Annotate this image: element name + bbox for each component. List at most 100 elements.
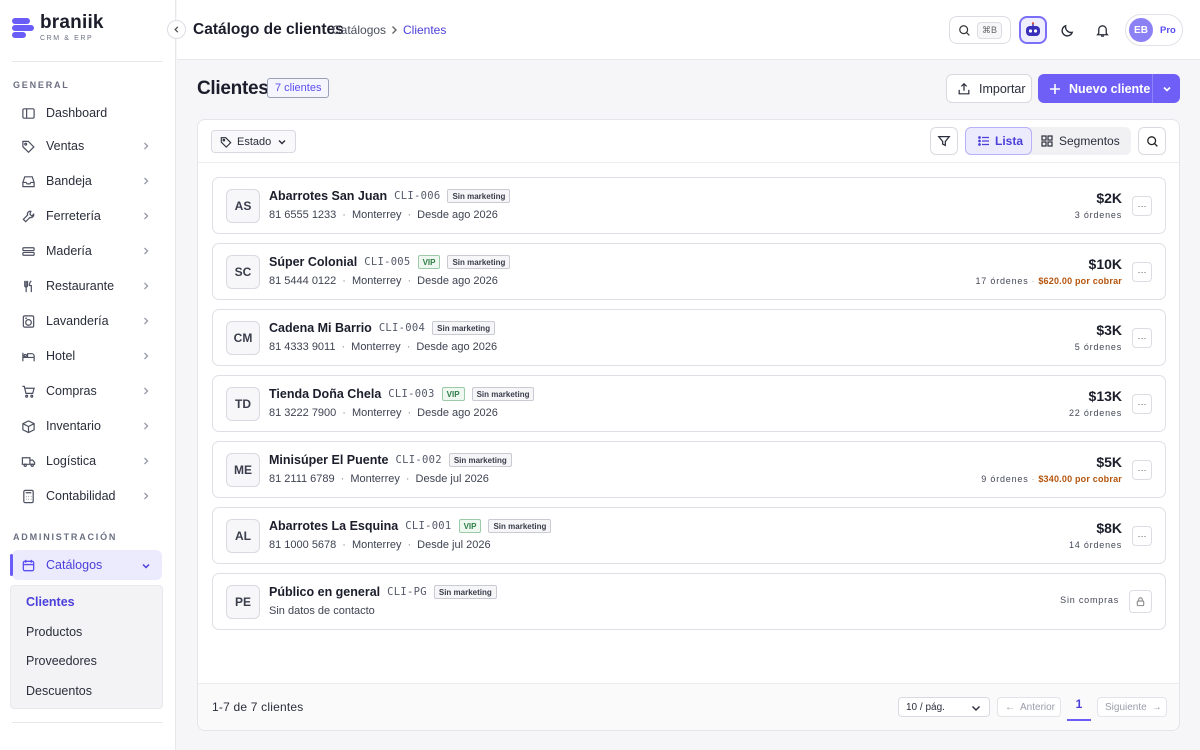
global-search-button[interactable]: ⌘B xyxy=(949,16,1011,44)
client-row[interactable]: SC Súper Colonial CLI-005 VIP Sin marketing 8… xyxy=(212,243,1166,300)
client-row[interactable]: ME Minisúper El Puente CLI-002 Sin marketin… xyxy=(212,441,1166,498)
sidebar-item-label: Lavandería xyxy=(46,314,109,328)
sidebar-item-catalogos[interactable]: Catálogos xyxy=(10,550,162,580)
chevron-down-icon xyxy=(142,563,150,569)
row-actions-button[interactable]: ··· xyxy=(1132,460,1152,480)
client-name[interactable]: Abarrotes San Juan xyxy=(269,189,387,203)
robot-icon xyxy=(1026,22,1040,36)
client-name[interactable]: Minisúper El Puente xyxy=(269,453,388,467)
client-initials: AL xyxy=(226,519,260,553)
client-orders: 17 órdenes xyxy=(975,276,1029,286)
sidebar-item-label: Logística xyxy=(46,454,97,468)
client-phone: 81 3222 7900 xyxy=(269,407,337,419)
wrench-icon xyxy=(20,208,36,224)
sidebar-item-ferreteria[interactable]: Ferretería xyxy=(12,201,162,231)
sidebar-item-dashboard[interactable]: Dashboard xyxy=(12,98,162,128)
notifications-button[interactable] xyxy=(1088,16,1116,44)
row-actions-button[interactable]: ··· xyxy=(1132,328,1152,348)
separator-dot: · xyxy=(342,209,346,221)
view-lista-button[interactable]: Lista xyxy=(965,127,1032,155)
client-since: Desde jul 2026 xyxy=(415,473,489,485)
sidebar-item-hotel[interactable]: Hotel xyxy=(12,341,162,371)
submenu-item-proveedores[interactable]: Proveedores xyxy=(26,654,97,668)
vip-badge: VIP xyxy=(441,387,465,401)
import-button[interactable]: Importar xyxy=(946,74,1032,103)
topbar: Catálogo de clientes Catálogos Clientes … xyxy=(167,0,1200,60)
sidebar-item-contabilidad[interactable]: Contabilidad xyxy=(12,481,162,511)
sidebar-item-restaurante[interactable]: Restaurante xyxy=(12,271,162,301)
marketing-badge: Sin marketing xyxy=(433,585,497,599)
filter-bar: Estado Lista Segmentos xyxy=(198,120,1179,163)
section-general-label: GENERAL xyxy=(13,80,70,90)
prev-page-button[interactable]: ← Anterior xyxy=(997,697,1061,717)
clients-card: Estado Lista Segmentos AS Abarrotes San J… xyxy=(197,119,1180,731)
client-orders: 3 órdenes xyxy=(1074,210,1122,220)
assistant-bot-button[interactable] xyxy=(1019,16,1047,44)
sidebar-item-inventario[interactable]: Inventario xyxy=(12,411,162,441)
client-row[interactable]: CM Cadena Mi Barrio CLI-004 Sin marketing 81… xyxy=(212,309,1166,366)
client-code: CLI-006 xyxy=(394,190,441,202)
submenu-item-productos[interactable]: Productos xyxy=(26,625,82,639)
search-icon xyxy=(1146,135,1158,147)
pagination-bar: 1-7 de 7 clientes 10 / pág. ← Anterior 1… xyxy=(198,683,1179,730)
row-actions-button[interactable]: ··· xyxy=(1132,526,1152,546)
client-code: CLI-001 xyxy=(405,520,452,532)
breadcrumb-catalogos[interactable]: Catálogos xyxy=(332,23,386,37)
submenu-item-descuentos[interactable]: Descuentos xyxy=(26,684,92,698)
separator-dot: · xyxy=(1031,276,1036,286)
new-client-button[interactable]: Nuevo cliente xyxy=(1038,74,1180,103)
sidebar-item-logistica[interactable]: Logística xyxy=(12,446,162,476)
view-segmentos-button[interactable]: Segmentos xyxy=(1041,127,1120,155)
client-name[interactable]: Tienda Doña Chela xyxy=(269,387,381,401)
user-menu[interactable]: EB Pro xyxy=(1125,14,1183,46)
view-segmentos-label: Segmentos xyxy=(1059,134,1120,148)
bed-icon xyxy=(20,348,36,364)
wood-icon xyxy=(20,243,36,259)
sidebar-item-maderia[interactable]: Madería xyxy=(12,236,162,266)
breadcrumb-clientes[interactable]: Clientes xyxy=(403,23,446,37)
client-name[interactable]: Cadena Mi Barrio xyxy=(269,321,372,335)
new-client-button-label: Nuevo cliente xyxy=(1069,81,1151,96)
plus-icon xyxy=(1050,83,1060,94)
truck-icon xyxy=(20,453,36,469)
client-total: $3K xyxy=(1096,322,1122,338)
separator-dot: · xyxy=(341,341,346,353)
sidebar-item-compras[interactable]: Compras xyxy=(12,376,162,406)
sidebar-item-lavanderia[interactable]: Lavandería xyxy=(12,306,162,336)
chevron-right-icon xyxy=(144,142,149,150)
sidebar-item-ventas[interactable]: Ventas xyxy=(12,131,162,161)
next-page-label: Siguiente xyxy=(1105,701,1147,713)
brand-logo[interactable]: braniik CRM & ERP xyxy=(12,13,104,42)
client-name[interactable]: Público en general xyxy=(269,585,380,599)
search-button[interactable] xyxy=(1138,127,1166,155)
sidebar-item-bandeja[interactable]: Bandeja xyxy=(12,166,162,196)
client-name[interactable]: Súper Colonial xyxy=(269,255,357,269)
new-client-dropdown-button[interactable] xyxy=(1152,74,1180,103)
page-heading: Catálogo de clientes xyxy=(193,21,344,38)
advanced-filter-button[interactable] xyxy=(930,127,958,155)
list-icon xyxy=(978,136,989,146)
page-number-current[interactable]: 1 xyxy=(1067,694,1091,721)
chevron-down-icon xyxy=(278,139,286,144)
tag-icon xyxy=(20,138,36,154)
client-city: Monterrey xyxy=(351,539,402,551)
collapse-sidebar-button[interactable] xyxy=(167,20,186,39)
sidebar-item-label: Inventario xyxy=(46,419,101,433)
row-actions-button[interactable]: ··· xyxy=(1132,394,1152,414)
client-orders-line: 5 órdenes xyxy=(1075,342,1122,352)
theme-toggle-button[interactable] xyxy=(1053,16,1081,44)
per-page-select[interactable]: 10 / pág. xyxy=(898,697,990,717)
client-row[interactable]: TD Tienda Doña Chela CLI-003 VIP Sin marketi… xyxy=(212,375,1166,432)
locked-button[interactable] xyxy=(1129,590,1152,613)
client-phone: 81 4333 9011 xyxy=(269,341,336,353)
submenu-item-clientes[interactable]: Clientes xyxy=(26,595,75,609)
row-actions-button[interactable]: ··· xyxy=(1132,262,1152,282)
client-row[interactable]: AS Abarrotes San Juan CLI-006 Sin marketing… xyxy=(212,177,1166,234)
estado-filter-dropdown[interactable]: Estado xyxy=(211,130,296,153)
client-row-public[interactable]: PE Público en general CLI-PG Sin marketi… xyxy=(212,573,1166,630)
row-actions-button[interactable]: ··· xyxy=(1132,196,1152,216)
client-initials: CM xyxy=(226,321,260,355)
next-page-button[interactable]: Siguiente → xyxy=(1097,697,1167,717)
client-row[interactable]: AL Abarrotes La Esquina CLI-001 VIP Sin mark… xyxy=(212,507,1166,564)
client-name[interactable]: Abarrotes La Esquina xyxy=(269,519,398,533)
